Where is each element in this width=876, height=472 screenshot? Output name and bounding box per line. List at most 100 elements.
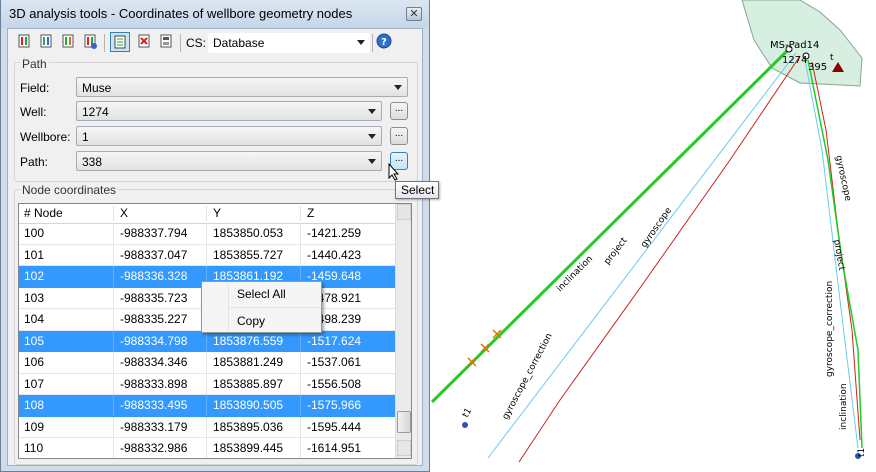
table-row[interactable]: 106 -988334.346 1853881.249 -1537.061 [19,352,395,374]
menu-item-select-all[interactable]: Selecl All [237,287,286,301]
mouse-cursor-icon [388,163,400,181]
table-row[interactable]: 101 -988337.047 1853855.727 -1440.423 [19,244,395,266]
add-wellbore-icon[interactable] [36,32,56,52]
cell-node: 105 [24,333,45,348]
path-project-left[interactable] [487,52,797,459]
select-tooltip: Select [395,181,439,199]
col-header-z[interactable]: Z [307,206,314,220]
scroll-up-icon[interactable] [397,204,411,220]
cell-node: 110 [24,441,44,455]
add-node-icon[interactable] [80,32,100,52]
add-path-icon[interactable] [58,32,78,52]
cell-node: 106 [24,355,45,369]
line-label-inclination-right: inclination [839,383,849,430]
target-label: 395 [808,62,827,73]
cell-x: -988335.227 [120,312,188,326]
col-header-node[interactable]: # Node [24,206,63,220]
well-browse-button[interactable]: ... [390,102,408,120]
wellbore-label: Wellbore: [20,130,71,144]
cell-z: -1537.061 [307,355,362,369]
path-project-right[interactable] [804,59,859,449]
svg-text:?: ? [381,37,387,48]
scroll-thumb[interactable] [397,411,411,433]
cell-node: 108 [24,398,45,412]
delete-icon[interactable] [134,32,154,52]
path-select-value: 338 [82,155,103,169]
well-select-value: 1274 [82,105,109,119]
cell-z: -1595.444 [307,419,362,434]
wellbore-browse-button[interactable]: ... [390,127,408,145]
cs-select-value: Database [213,36,265,50]
cell-y: 1853885.897 [213,376,284,391]
cell-y: 1853890.505 [213,398,284,412]
endpoint-left-icon[interactable] [462,422,468,428]
cell-node: 101 [24,247,45,262]
t-label: t [830,53,834,63]
line-label-gyroscope-right: gyroscope [833,155,853,203]
chevron-down-icon [368,134,376,139]
cell-y: 1853899.445 [213,441,284,455]
line-label-gyroscope-left: gyroscope [639,206,674,250]
field-label: Field: [20,81,50,95]
dialog-titlebar[interactable]: 3D analysis tools - Coordinates of wellb… [1,0,429,28]
table-row[interactable]: 100 -988337.794 1853850.053 -1421.259 [19,223,395,245]
cell-node: 102 [24,269,45,283]
toolbar: CS: Database ? [12,32,418,54]
table-row[interactable]: 107 -988333.898 1853885.897 -1556.508 [19,373,395,395]
cell-z: -1517.624 [307,333,362,348]
cell-x: -988334.798 [120,333,188,348]
cell-x: -988337.047 [120,247,188,262]
path-label: Path: [20,155,49,169]
menu-item-copy[interactable]: Copy [237,314,265,328]
nodes-group-title: Node coordinates [20,183,119,197]
chevron-down-icon [368,109,376,114]
field-select-value: Muse [82,81,112,95]
cell-z: -1556.508 [307,376,362,391]
wellbore-select[interactable]: 1 [76,126,382,146]
cs-select[interactable]: Database [208,33,370,53]
add-well-icon[interactable] [14,32,34,52]
wellbore-select-value: 1 [82,130,89,144]
cell-x: -988332.986 [120,441,188,455]
cell-node: 109 [24,419,45,434]
chevron-down-icon [394,85,402,90]
node-markers [467,329,502,367]
dialog-title: 3D analysis tools - Coordinates of wellb… [9,6,353,21]
cell-y: 1853855.727 [213,247,284,262]
cell-x: -988333.179 [120,419,188,434]
table-row[interactable]: 105 -988334.798 1853876.559 -1517.624 [19,330,395,352]
line-label-project-right: project [831,239,846,272]
chevron-down-icon [368,159,376,164]
line-label-project-left: project [602,236,629,267]
cell-z: -1421.259 [307,226,362,240]
cell-x: -988333.495 [120,398,188,412]
cell-y: 1853881.249 [213,355,284,369]
table-row[interactable]: 108 -988333.495 1853890.505 -1575.966 [19,395,395,417]
export-icon[interactable] [156,32,176,52]
field-select[interactable]: Muse [76,77,408,97]
scroll-down-icon[interactable] [397,440,411,456]
table-scrollbar[interactable] [395,204,411,458]
cell-x: -988337.794 [120,226,188,240]
path-select[interactable]: 338 [76,151,382,171]
help-icon[interactable]: ? [376,33,394,51]
cell-x: -988334.346 [120,355,188,369]
path-gyroscope-left[interactable] [518,55,801,463]
cell-x: -988335.723 [120,290,188,305]
cell-node: 104 [24,312,45,326]
table-row[interactable]: 110 -988332.986 1853899.445 -1614.951 [19,438,395,458]
well-select[interactable]: 1274 [76,101,382,121]
cell-node: 103 [24,290,45,305]
col-header-y[interactable]: Y [213,206,221,220]
cell-y: 1853895.036 [213,419,284,434]
col-header-x[interactable]: X [120,206,128,220]
end-label-right: t1 [857,448,867,457]
table-row[interactable]: 109 -988333.179 1853895.036 -1595.444 [19,416,395,438]
cell-y: 1853876.559 [213,333,284,348]
table-body: 100 -988337.794 1853850.053 -1421.259 101 -98… [19,223,395,458]
close-button[interactable]: ✕ [406,7,422,21]
node-list-icon[interactable] [110,32,130,52]
path-group-title: Path [20,57,49,71]
cs-label: CS: [186,36,207,50]
path-gyroscope-correction-left[interactable] [470,150,700,418]
